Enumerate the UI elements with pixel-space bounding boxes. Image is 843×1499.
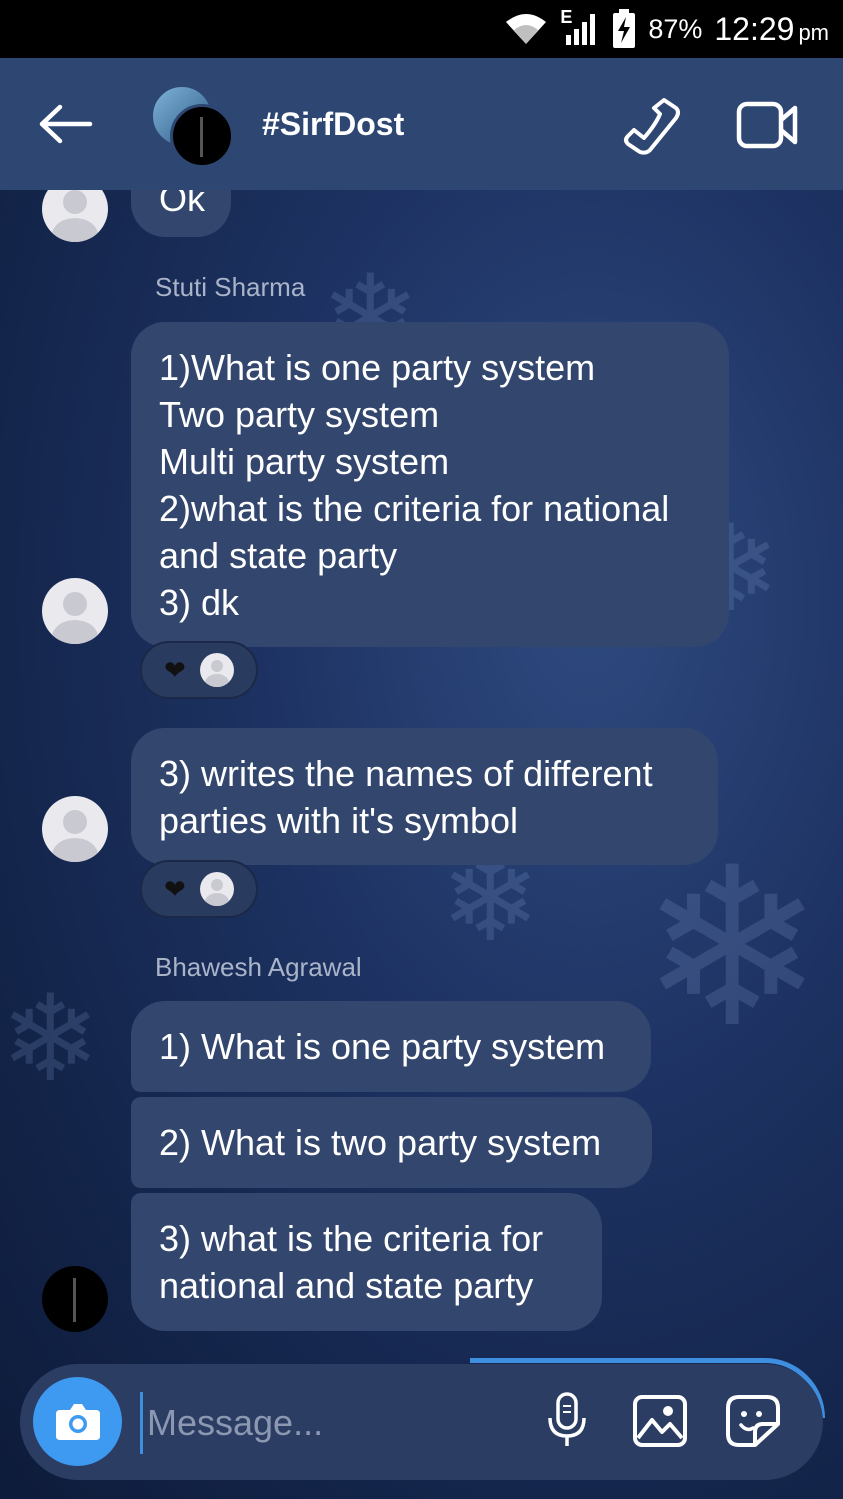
wifi-icon xyxy=(504,12,548,46)
avatar[interactable] xyxy=(42,796,108,862)
camera-icon xyxy=(55,1403,100,1440)
message-line: Two party system xyxy=(159,394,440,435)
message-text: 2) What is two party system xyxy=(159,1122,602,1163)
back-button-fg[interactable] xyxy=(36,94,96,154)
message-bubble[interactable]: 3) what is the criteria for national and… xyxy=(131,1193,602,1331)
message-input[interactable] xyxy=(140,1392,539,1454)
camera-button[interactable] xyxy=(33,1377,122,1466)
gallery-button[interactable] xyxy=(631,1392,689,1450)
sender-name: Bhawesh Agrawal xyxy=(155,952,362,982)
message-line: and state party xyxy=(159,535,398,576)
message-bubble[interactable]: 3) writes the names of different parties… xyxy=(131,728,718,865)
avatar[interactable] xyxy=(42,578,108,644)
clock: 12:29 pm xyxy=(714,11,829,48)
reactor-avatar xyxy=(199,872,234,906)
chat-header-foreground: #SirfDost xyxy=(0,58,843,190)
message-line: 3) writes the names of different xyxy=(159,753,653,794)
reactor-avatar xyxy=(199,653,234,687)
clock-ampm: pm xyxy=(798,19,829,45)
arrow-left-icon xyxy=(39,104,93,144)
status-bar-right: E 87% 12:29 pm xyxy=(504,0,829,58)
background-snowflake: ❄ xyxy=(0,972,101,1106)
heart-icon: ❤ xyxy=(164,873,186,904)
message-bubble[interactable]: 1) What is one party system xyxy=(131,1001,651,1092)
sticker-icon xyxy=(726,1395,780,1447)
signal-icon: E xyxy=(560,7,600,47)
message-line: 1)What is one party system xyxy=(159,347,596,388)
phone-icon xyxy=(624,98,680,155)
message-line: Multi party system xyxy=(159,441,450,482)
message-line: 3) what is the criteria for xyxy=(159,1218,544,1259)
reaction-chip[interactable]: ❤ xyxy=(140,860,258,918)
group-avatar-fg[interactable] xyxy=(150,84,234,168)
message-line: 3) dk xyxy=(159,582,240,623)
message-line: parties with it's symbol xyxy=(159,800,518,841)
microphone-button[interactable] xyxy=(538,1392,596,1450)
battery-percent: 87% xyxy=(648,13,703,44)
message-line: national and state party xyxy=(159,1265,534,1306)
message-text: 1) What is one party system xyxy=(159,1026,606,1067)
message-bubble[interactable]: 2) What is two party system xyxy=(131,1097,652,1188)
reaction-chip[interactable]: ❤ xyxy=(140,641,258,699)
video-camera-icon xyxy=(736,101,798,149)
message-line: 2)what is the criteria for national xyxy=(159,488,670,529)
avatar[interactable] xyxy=(42,1266,108,1332)
image-icon xyxy=(633,1395,687,1447)
heart-icon: ❤ xyxy=(164,654,186,685)
microphone-icon xyxy=(548,1392,586,1446)
status-bar: E 87% 12:29 pm xyxy=(0,0,843,58)
message-bubble[interactable]: 1)What is one party system Two party sys… xyxy=(131,322,729,647)
video-call-button-fg[interactable] xyxy=(735,96,801,156)
battery-charging-icon xyxy=(612,9,636,49)
group-avatar-member-2 xyxy=(170,104,234,168)
clock-time: 12:29 xyxy=(714,10,795,47)
voice-call-button-fg[interactable] xyxy=(620,94,684,158)
chat-title-fg[interactable]: #SirfDost xyxy=(262,106,404,143)
network-type-label: E xyxy=(560,7,573,27)
sender-name: Stuti Sharma xyxy=(155,272,306,302)
sticker-button[interactable] xyxy=(724,1392,782,1450)
